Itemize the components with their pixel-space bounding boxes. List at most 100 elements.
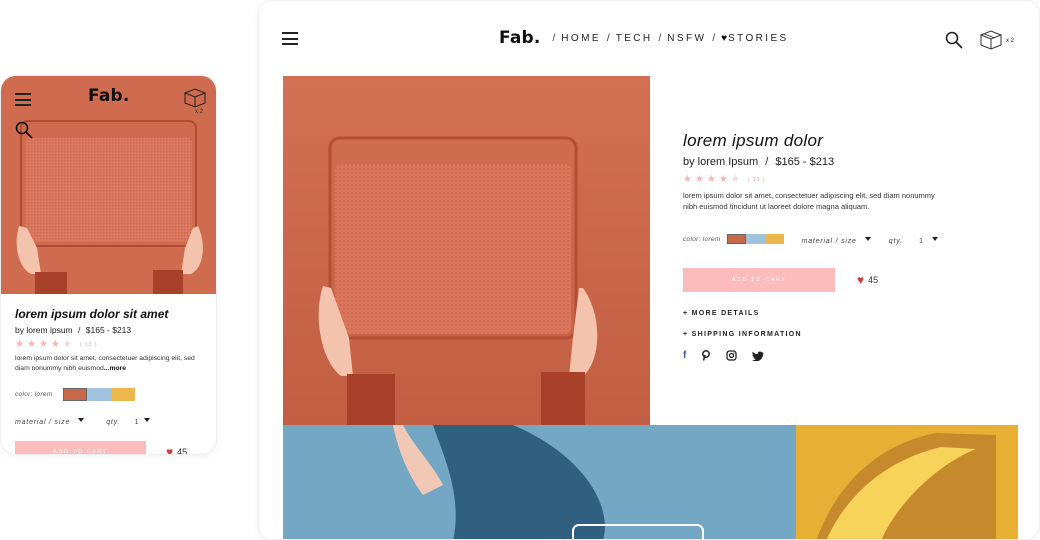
star-empty-icon: ★ (730, 174, 740, 185)
material-size-label: material / size (15, 419, 71, 426)
nav-item-tech[interactable]: TECH (616, 33, 653, 44)
like-button[interactable]: ♥ 45 (166, 445, 188, 455)
like-count: 45 (868, 275, 879, 285)
product-author[interactable]: by lorem Ipsum (683, 156, 758, 168)
instagram-icon[interactable] (726, 350, 737, 361)
material-size-select[interactable]: material / size (15, 411, 85, 429)
lifestyle-image-left (283, 425, 796, 539)
more-details-toggle[interactable]: + MORE DETAILS (683, 310, 983, 317)
desktop-navbar: Fab. / HOME / TECH / NSFW / ♥ STORIES x … (259, 1, 1039, 77)
lifestyle-image-right (796, 425, 1018, 539)
star-icon: ★ (50, 339, 60, 350)
more-link[interactable]: ...more (104, 365, 126, 372)
cart-box-icon[interactable] (183, 87, 207, 109)
cart-row: ADD TO CART ♥ 45 (683, 268, 983, 292)
color-swatch-yellow[interactable] (110, 388, 135, 401)
product-title: lorem ipsum dolor sit amet (15, 307, 169, 321)
nav-separator: / (658, 32, 662, 44)
product-price: $165 - $213 (85, 325, 132, 335)
star-icon: ★ (15, 339, 24, 350)
star-icon: ★ (718, 174, 728, 185)
color-swatch-blue[interactable] (86, 388, 111, 401)
product-title: lorem ipsum dolor (683, 131, 824, 150)
nav-item-stories[interactable]: STORIES (728, 33, 789, 44)
star-icon: ★ (26, 339, 36, 350)
product-byline: by lorem ipsum / $165 - $213 (15, 325, 210, 335)
color-swatch-blue[interactable] (745, 234, 765, 244)
color-swatch-terracotta[interactable] (726, 234, 746, 244)
size-qty-options: material / size qty. 1 (15, 411, 210, 429)
qty-label: qty. (106, 419, 121, 426)
twitter-icon[interactable] (752, 351, 764, 361)
qty-value: 1 (134, 419, 140, 426)
material-size-select[interactable]: material / size (802, 230, 871, 248)
chevron-down-icon (78, 417, 85, 422)
qty-value: 1 (919, 238, 924, 245)
qty-select[interactable]: qty. 1 (106, 411, 151, 429)
shipping-info-toggle[interactable]: + SHIPPING INFORMATION (683, 331, 983, 338)
chevron-down-icon (864, 236, 871, 241)
product-byline: by lorem Ipsum / $165 - $213 (683, 156, 983, 168)
nav-separator: / (712, 32, 716, 44)
lifestyle-photo (283, 425, 796, 539)
qty-label: qty. (888, 238, 903, 245)
product-hero-image (283, 76, 650, 425)
nav-separator: / (552, 32, 556, 44)
star-icon: ★ (694, 174, 704, 185)
brand-logo[interactable]: Fab. (499, 28, 541, 48)
speaker-detail-photo (796, 425, 1018, 539)
heart-icon: ♥ (721, 32, 728, 44)
nav-item-home[interactable]: HOME (561, 33, 601, 44)
speaker-photo (283, 76, 650, 425)
cart-count: x 2 (195, 109, 204, 115)
product-description: lorem ipsum dolor sit amet, consectetuer… (683, 191, 935, 211)
review-count[interactable]: ( 13 ) (748, 177, 766, 183)
chevron-down-icon (144, 417, 151, 422)
desktop-frame: Fab. / HOME / TECH / NSFW / ♥ STORIES x … (258, 0, 1040, 540)
cart-row: ADD TO CART ♥ 45 (15, 441, 210, 455)
star-icon: ★ (706, 174, 716, 185)
facebook-icon[interactable]: f (683, 350, 686, 361)
cart-box-icon[interactable] (979, 29, 1003, 51)
pinterest-icon[interactable] (701, 350, 711, 361)
heart-icon: ♥ (857, 273, 865, 287)
rating-stars[interactable]: ★ ★ ★ ★ ★ ( 13 ) (683, 174, 983, 185)
byline-separator: / (78, 325, 81, 335)
cart-count: x 2 (1006, 38, 1015, 44)
chevron-down-icon (931, 236, 938, 241)
mobile-product-details: lorem ipsum dolor sit amet by lorem ipsu… (15, 307, 210, 455)
product-options: color: lorem material / size qty. 1 (683, 230, 983, 248)
mobile-frame: Fab. x 2 lorem ipsum dolor sit amet by l… (0, 75, 217, 455)
menu-icon[interactable] (282, 32, 298, 45)
color-swatch-yellow[interactable] (764, 234, 784, 244)
add-to-cart-button[interactable]: ADD TO CART (683, 268, 835, 292)
brand-logo[interactable]: Fab. (88, 86, 130, 106)
like-count: 45 (177, 447, 188, 455)
product-details: lorem ipsum dolor by lorem Ipsum / $165 … (683, 131, 983, 361)
review-count[interactable]: ( 13 ) (80, 342, 98, 348)
star-icon: ★ (38, 339, 48, 350)
star-empty-icon: ★ (62, 339, 72, 350)
product-price: $165 - $213 (775, 156, 835, 168)
nav-separator: / (606, 32, 610, 44)
color-swatch-terracotta[interactable] (62, 388, 87, 401)
search-icon[interactable] (945, 31, 963, 49)
product-author[interactable]: by lorem ipsum (15, 325, 73, 335)
menu-icon[interactable] (15, 93, 31, 106)
heart-icon: ♥ (166, 445, 174, 455)
add-to-cart-button[interactable]: ADD TO CART (15, 441, 146, 454)
byline-separator: / (765, 156, 769, 168)
nav-item-nsfw[interactable]: NSFW (667, 33, 706, 44)
color-label: color: lorem (15, 391, 53, 398)
star-icon: ★ (683, 174, 692, 185)
like-button[interactable]: ♥ 45 (857, 273, 878, 287)
social-links: f (683, 350, 983, 361)
material-size-label: material / size (801, 238, 857, 245)
main-nav: Fab. / HOME / TECH / NSFW / ♥ STORIES (499, 28, 789, 48)
search-icon[interactable] (15, 121, 33, 139)
product-description: lorem ipsum dolor sit amet, consectetuer… (15, 354, 210, 374)
qty-select[interactable]: qty. 1 (889, 230, 938, 248)
rating-stars[interactable]: ★ ★ ★ ★ ★ ( 13 ) (15, 339, 210, 350)
color-label: color: lorem (683, 235, 721, 243)
color-options: color: lorem (15, 388, 210, 401)
